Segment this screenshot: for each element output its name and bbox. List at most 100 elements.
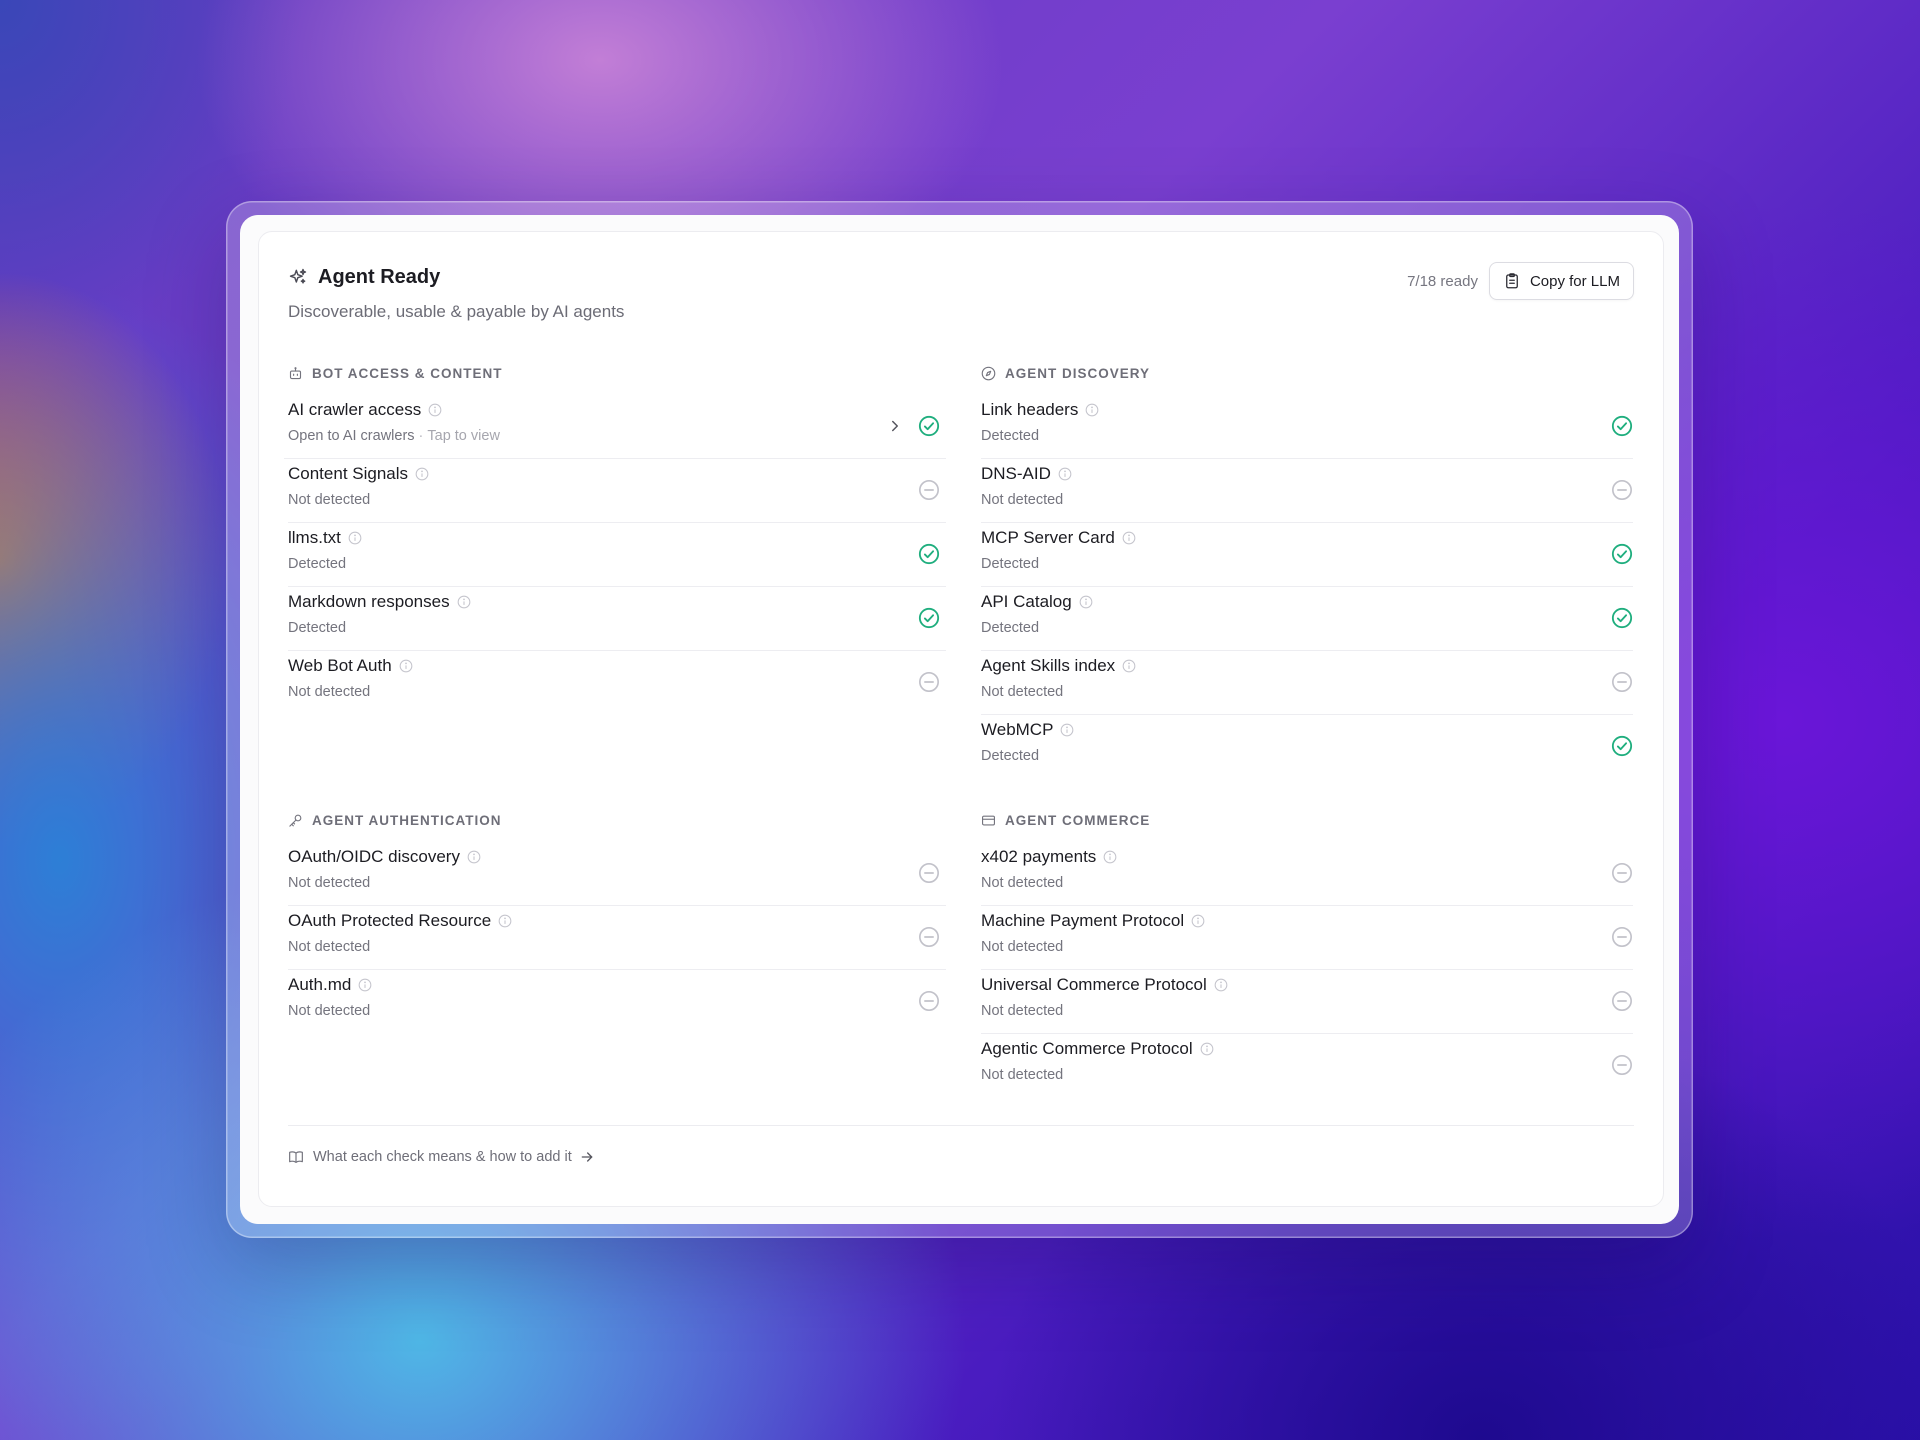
- copy-for-llm-label: Copy for LLM: [1529, 272, 1620, 290]
- check-circle-icon: [918, 607, 940, 629]
- check-circle-icon: [1611, 415, 1633, 437]
- agent-ready-card: Agent Ready Discoverable, usable & payab…: [258, 231, 1664, 1207]
- check-status: Open to AI crawlers · Tap to view: [288, 428, 500, 444]
- check-row-web-bot-auth: Web Bot Auth Not detected: [288, 651, 946, 715]
- chevron-right-icon[interactable]: [886, 417, 904, 435]
- check-name: Link headers: [981, 400, 1079, 419]
- info-icon[interactable]: [498, 914, 512, 928]
- check-circle-icon: [918, 415, 940, 437]
- info-icon[interactable]: [348, 531, 362, 545]
- copy-for-llm-button[interactable]: Copy for LLM: [1488, 262, 1634, 300]
- check-row-ai-crawler-access[interactable]: AI crawler access Open to AI crawlers · Ta…: [284, 395, 946, 459]
- footer-help-link[interactable]: What each check means & how to add it: [288, 1149, 595, 1165]
- info-icon[interactable]: [1200, 1042, 1214, 1056]
- section-agent-authentication: AGENT AUTHENTICATION OAuth/OIDC discover…: [288, 810, 946, 1034]
- check-status: Detected: [981, 748, 1040, 764]
- info-icon[interactable]: [399, 659, 413, 673]
- info-icon[interactable]: [358, 978, 372, 992]
- minus-circle-icon: [919, 672, 939, 692]
- bot-icon: [289, 366, 302, 379]
- minus-circle-icon: [1612, 480, 1632, 500]
- info-icon[interactable]: [467, 850, 481, 864]
- info-icon[interactable]: [1060, 723, 1074, 737]
- check-status-text: Open to AI crawlers: [288, 428, 415, 444]
- arrow-right-icon: [581, 1152, 593, 1162]
- check-status: Not detected: [288, 684, 371, 700]
- check-name: llms.txt: [288, 528, 341, 547]
- footer-divider: [288, 1125, 1634, 1126]
- check-name: OAuth Protected Resource: [288, 911, 492, 930]
- check-row-agentic-commerce-protocol: Agentic Commerce Protocol Not detected: [981, 1034, 1633, 1098]
- minus-circle-icon: [919, 927, 939, 947]
- section-title: AGENT DISCOVERY: [1005, 365, 1151, 381]
- info-icon[interactable]: [1122, 531, 1136, 545]
- check-row-machine-payment-protocol: Machine Payment Protocol Not detected: [981, 906, 1633, 970]
- check-status: Not detected: [981, 492, 1064, 508]
- check-name: x402 payments: [981, 847, 1097, 866]
- clipboard-icon: [1506, 273, 1518, 289]
- credit-card-icon: [982, 815, 995, 825]
- check-status: Not detected: [981, 875, 1064, 891]
- check-row-universal-commerce-protocol: Universal Commerce Protocol Not detected: [981, 970, 1633, 1034]
- page-title: Agent Ready: [318, 265, 441, 288]
- check-status: Detected: [288, 620, 347, 636]
- ready-count: 7/18 ready: [1407, 272, 1478, 290]
- check-status: Detected: [981, 556, 1040, 572]
- check-row-api-catalog: API Catalog Detected: [981, 587, 1633, 651]
- check-name: MCP Server Card: [981, 528, 1115, 547]
- minus-circle-icon: [919, 480, 939, 500]
- section-title: AGENT COMMERCE: [1005, 812, 1151, 828]
- info-icon[interactable]: [457, 595, 471, 609]
- card-header: Agent Ready Discoverable, usable & payab…: [288, 262, 1634, 332]
- check-circle-icon: [1611, 607, 1633, 629]
- minus-circle-icon: [1612, 1055, 1632, 1075]
- info-icon[interactable]: [415, 467, 429, 481]
- section-agent-commerce: AGENT COMMERCE x402 payments Not detecte…: [981, 810, 1633, 1098]
- check-name: API Catalog: [981, 592, 1072, 611]
- check-circle-icon: [918, 543, 940, 565]
- check-status: Not detected: [288, 875, 371, 891]
- check-status: Not detected: [288, 1003, 371, 1019]
- section-agent-discovery: AGENT DISCOVERY Link headers Detected DN…: [981, 363, 1633, 779]
- info-icon[interactable]: [1079, 595, 1093, 609]
- check-row-oauth-oidc-discovery: OAuth/OIDC discovery Not detected: [288, 842, 946, 906]
- check-name: Agentic Commerce Protocol: [981, 1039, 1193, 1058]
- key-icon: [289, 814, 302, 827]
- info-icon[interactable]: [428, 403, 442, 417]
- minus-circle-icon: [1612, 672, 1632, 692]
- tap-to-view-hint: Tap to view: [427, 428, 500, 444]
- check-row-mcp-server-card: MCP Server Card Detected: [981, 523, 1633, 587]
- check-name: AI crawler access: [288, 400, 422, 419]
- check-name: Agent Skills index: [981, 656, 1116, 675]
- minus-circle-icon: [1612, 991, 1632, 1011]
- info-icon[interactable]: [1214, 978, 1228, 992]
- check-status: Not detected: [288, 492, 371, 508]
- minus-circle-icon: [1612, 927, 1632, 947]
- check-row-link-headers: Link headers Detected: [981, 395, 1633, 459]
- info-icon[interactable]: [1191, 914, 1205, 928]
- check-name: Machine Payment Protocol: [981, 911, 1185, 930]
- check-row-agent-skills-index: Agent Skills index Not detected: [981, 651, 1633, 715]
- check-row-llms-txt: llms.txt Detected: [288, 523, 946, 587]
- check-status: Not detected: [981, 939, 1064, 955]
- book-icon: [289, 1151, 303, 1163]
- minus-circle-icon: [919, 991, 939, 1011]
- info-icon[interactable]: [1122, 659, 1136, 673]
- check-name: Auth.md: [288, 975, 352, 994]
- minus-circle-icon: [919, 863, 939, 883]
- section-bot-access: BOT ACCESS & CONTENT AI crawler access O…: [284, 363, 946, 715]
- info-icon[interactable]: [1103, 850, 1117, 864]
- check-circle-icon: [1611, 543, 1633, 565]
- check-name: Markdown responses: [288, 592, 450, 611]
- check-row-dns-aid: DNS-AID Not detected: [981, 459, 1633, 523]
- info-icon[interactable]: [1058, 467, 1072, 481]
- check-name: Universal Commerce Protocol: [981, 975, 1207, 994]
- check-name: Content Signals: [288, 464, 409, 483]
- check-name: WebMCP: [981, 720, 1054, 739]
- section-title: AGENT AUTHENTICATION: [312, 812, 502, 828]
- separator-dot: ·: [418, 428, 424, 444]
- check-status: Not detected: [981, 684, 1064, 700]
- check-name: OAuth/OIDC discovery: [288, 847, 460, 866]
- info-icon[interactable]: [1085, 403, 1099, 417]
- check-status: Not detected: [981, 1003, 1064, 1019]
